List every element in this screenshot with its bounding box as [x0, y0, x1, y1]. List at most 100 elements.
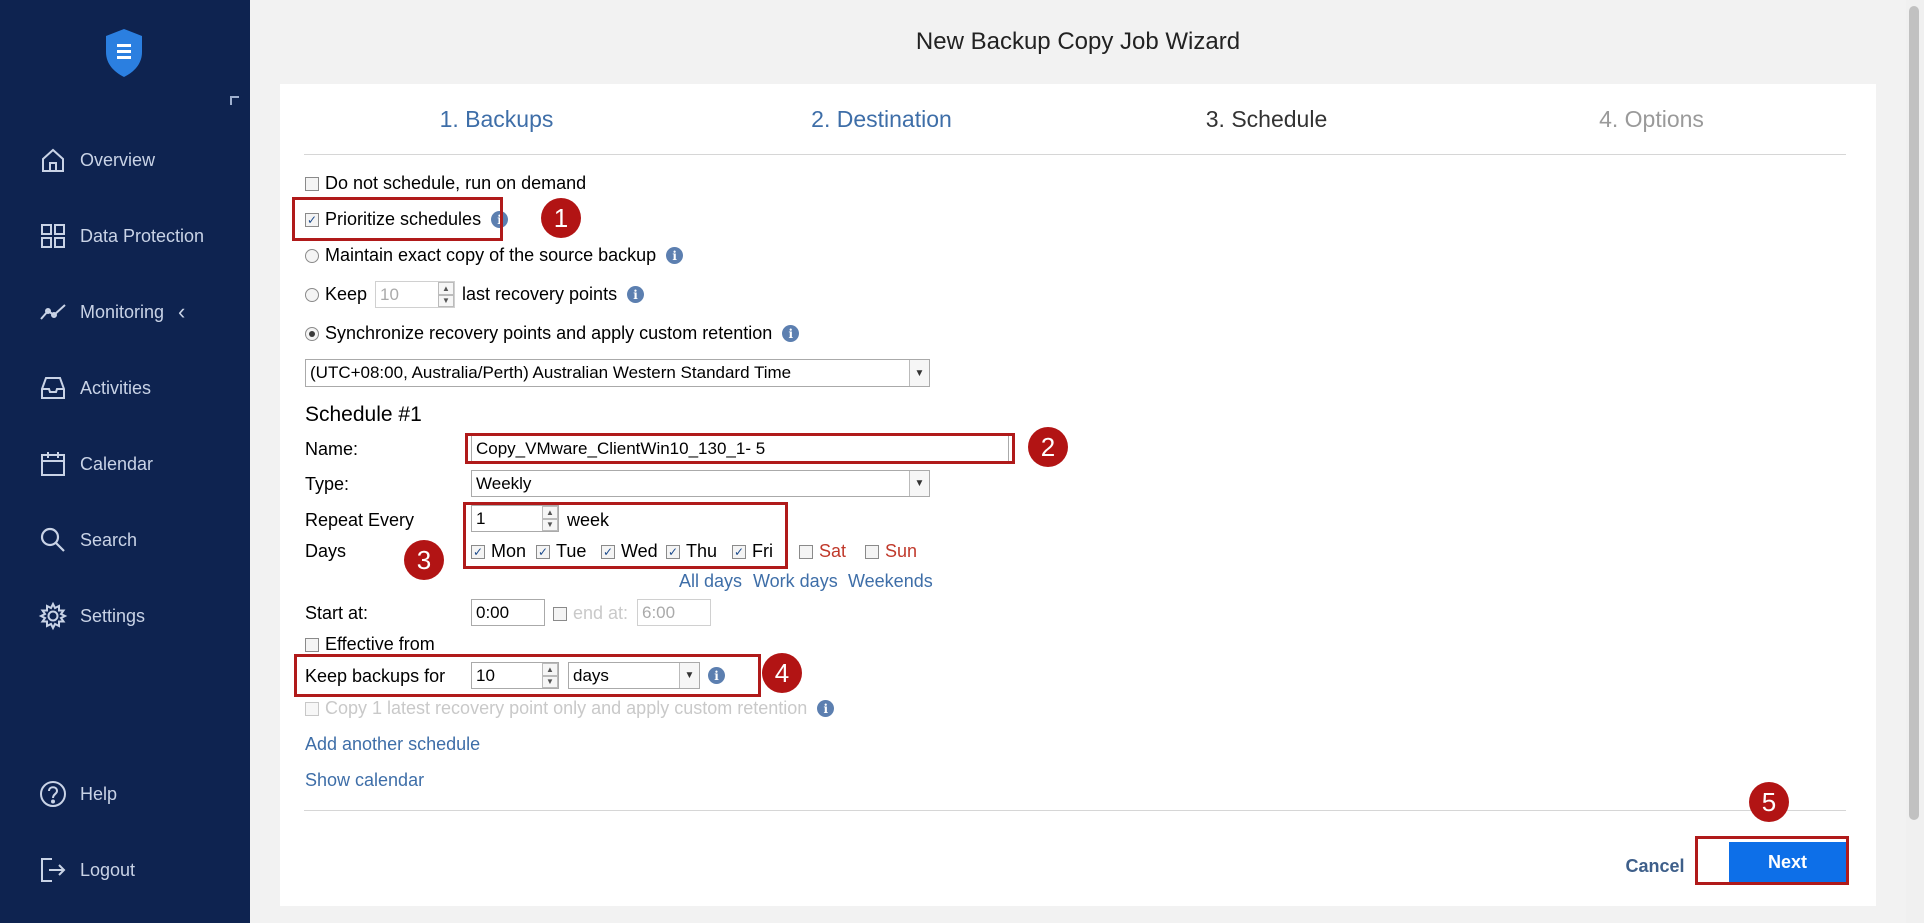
- shield-logo-icon: [106, 29, 142, 77]
- end-at-label: end at:: [573, 603, 629, 623]
- show-calendar-link[interactable]: Show calendar: [305, 770, 424, 791]
- nav-logout[interactable]: Logout: [38, 850, 238, 890]
- nav-activities[interactable]: Activities: [38, 368, 238, 408]
- copy-latest-option: Copy 1 latest recovery point only and ap…: [305, 698, 835, 719]
- highlight-box-3: [463, 502, 788, 569]
- no-schedule-option[interactable]: Do not schedule, run on demand: [305, 173, 586, 194]
- nav-search[interactable]: Search: [38, 520, 238, 560]
- info-icon[interactable]: i: [782, 325, 800, 342]
- timezone-value: (UTC+08:00, Australia/Perth) Australian …: [310, 363, 792, 382]
- home-icon: [42, 148, 64, 172]
- info-icon[interactable]: i: [627, 286, 645, 303]
- tab-options: 4. Options: [1599, 106, 1704, 132]
- day-checkbox[interactable]: [865, 544, 879, 559]
- nav-label: Calendar: [80, 453, 154, 474]
- tab-backups[interactable]: 1. Backups: [304, 106, 689, 133]
- nav-settings[interactable]: Settings: [38, 596, 238, 636]
- nav-label: Logout: [80, 859, 136, 880]
- day-label: Sun: [885, 541, 918, 561]
- keep-points-stepper[interactable]: ▲ ▼: [438, 282, 454, 307]
- keep-points-radio[interactable]: [305, 287, 319, 302]
- type-label: Type:: [305, 474, 350, 494]
- tab-schedule[interactable]: 3. Schedule: [1074, 106, 1459, 133]
- highlight-box-2: [465, 433, 1015, 464]
- sidebar: Overview Data Protection Monitoring ‹ Ac…: [0, 0, 250, 923]
- annotation-badge-1: 1: [541, 198, 581, 238]
- keep-points-value: 10: [380, 284, 399, 304]
- start-label: Start at:: [305, 603, 369, 623]
- effective-from-option[interactable]: Effective from: [305, 634, 435, 655]
- nav-label: Overview: [80, 149, 156, 170]
- end-at-checkbox[interactable]: [553, 606, 567, 621]
- annotation-badge-5: 5: [1749, 782, 1789, 822]
- weekends-link[interactable]: Weekends: [848, 571, 933, 592]
- day-sun[interactable]: Sun: [865, 541, 917, 562]
- logout-icon: [41, 858, 66, 882]
- repeat-label: Repeat Every: [305, 510, 415, 530]
- no-schedule-checkbox[interactable]: [305, 176, 319, 191]
- main-area: New Backup Copy Job Wizard 1. Backups 2.…: [250, 0, 1906, 923]
- add-schedule-link[interactable]: Add another schedule: [305, 734, 480, 755]
- keep-points-suffix-row: last recovery points i: [462, 284, 645, 305]
- nav-overview[interactable]: Overview: [38, 140, 238, 180]
- day-label: Sat: [819, 541, 847, 561]
- maintain-exact-label: Maintain exact copy of the source backup: [325, 245, 657, 265]
- day-checkbox[interactable]: [799, 544, 813, 559]
- copy-latest-label: Copy 1 latest recovery point only and ap…: [325, 698, 808, 718]
- info-icon[interactable]: i: [666, 247, 684, 264]
- days-label: Days: [305, 541, 347, 561]
- end-time-value: 6:00: [642, 602, 676, 622]
- wizard-panel: 1. Backups 2. Destination 3. Schedule 4.…: [280, 84, 1876, 906]
- gear-icon: [38, 601, 68, 631]
- wizard-title: New Backup Copy Job Wizard: [915, 28, 1241, 55]
- nav-label: Help: [80, 783, 118, 804]
- nav-data-protection[interactable]: Data Protection: [38, 216, 238, 256]
- nav-calendar[interactable]: Calendar: [38, 444, 238, 484]
- search-icon: [40, 527, 65, 552]
- start-time-value: 0:00: [476, 602, 510, 622]
- maintain-exact-radio[interactable]: [305, 248, 319, 263]
- scrollbar-thumb[interactable]: [1909, 6, 1919, 820]
- nav-help[interactable]: Help: [38, 774, 238, 814]
- maintain-exact-option[interactable]: Maintain exact copy of the source backup…: [305, 245, 684, 266]
- all-days-link[interactable]: All days: [679, 571, 742, 592]
- sync-option[interactable]: Synchronize recovery points and apply cu…: [305, 323, 800, 344]
- keep-points-option[interactable]: Keep: [305, 284, 367, 305]
- chevron-down-icon[interactable]: ▼: [909, 471, 929, 496]
- highlight-box-4: [294, 654, 761, 697]
- schedule-heading: Schedule #1: [305, 403, 422, 426]
- tab-destination[interactable]: 2. Destination: [689, 106, 1074, 133]
- annotation-badge-4: 4: [762, 653, 802, 693]
- start-time-input[interactable]: 0:00: [471, 599, 545, 626]
- highlight-box-1: [292, 197, 503, 241]
- effective-from-checkbox[interactable]: [305, 637, 319, 652]
- timezone-select[interactable]: (UTC+08:00, Australia/Perth) Australian …: [305, 359, 930, 387]
- day-sat[interactable]: Sat: [799, 541, 846, 562]
- no-schedule-label: Do not schedule, run on demand: [325, 173, 587, 193]
- sync-label: Synchronize recovery points and apply cu…: [325, 323, 773, 343]
- effective-from-label: Effective from: [325, 634, 435, 654]
- end-time-input: 6:00: [637, 599, 711, 626]
- chevron-down-icon[interactable]: ▼: [909, 360, 929, 386]
- keep-points-suffix: last recovery points: [462, 284, 618, 304]
- help-icon: [40, 781, 66, 807]
- end-at-option[interactable]: end at:: [553, 603, 628, 624]
- work-days-link[interactable]: Work days: [753, 571, 838, 592]
- collapse-sidebar-icon[interactable]: [230, 96, 239, 105]
- sync-radio[interactable]: [305, 326, 319, 341]
- keep-points-input[interactable]: 10 ▲ ▼: [375, 281, 455, 308]
- inbox-icon: [41, 377, 65, 399]
- nav-label: Search: [80, 529, 138, 550]
- grid-icon: [41, 224, 65, 248]
- info-icon[interactable]: i: [817, 700, 835, 717]
- divider: [304, 810, 1846, 811]
- keep-points-prefix: Keep: [325, 284, 368, 304]
- calendar-icon: [41, 452, 65, 476]
- name-label: Name:: [305, 439, 359, 459]
- annotation-badge-3: 3: [404, 540, 444, 580]
- highlight-box-5: [1695, 836, 1849, 885]
- chevron-left-icon[interactable]: ‹: [178, 299, 185, 325]
- schedule-type-select[interactable]: Weekly ▼: [471, 470, 930, 497]
- cancel-button[interactable]: Cancel: [1600, 846, 1710, 886]
- nav-monitoring[interactable]: Monitoring ‹: [38, 292, 238, 332]
